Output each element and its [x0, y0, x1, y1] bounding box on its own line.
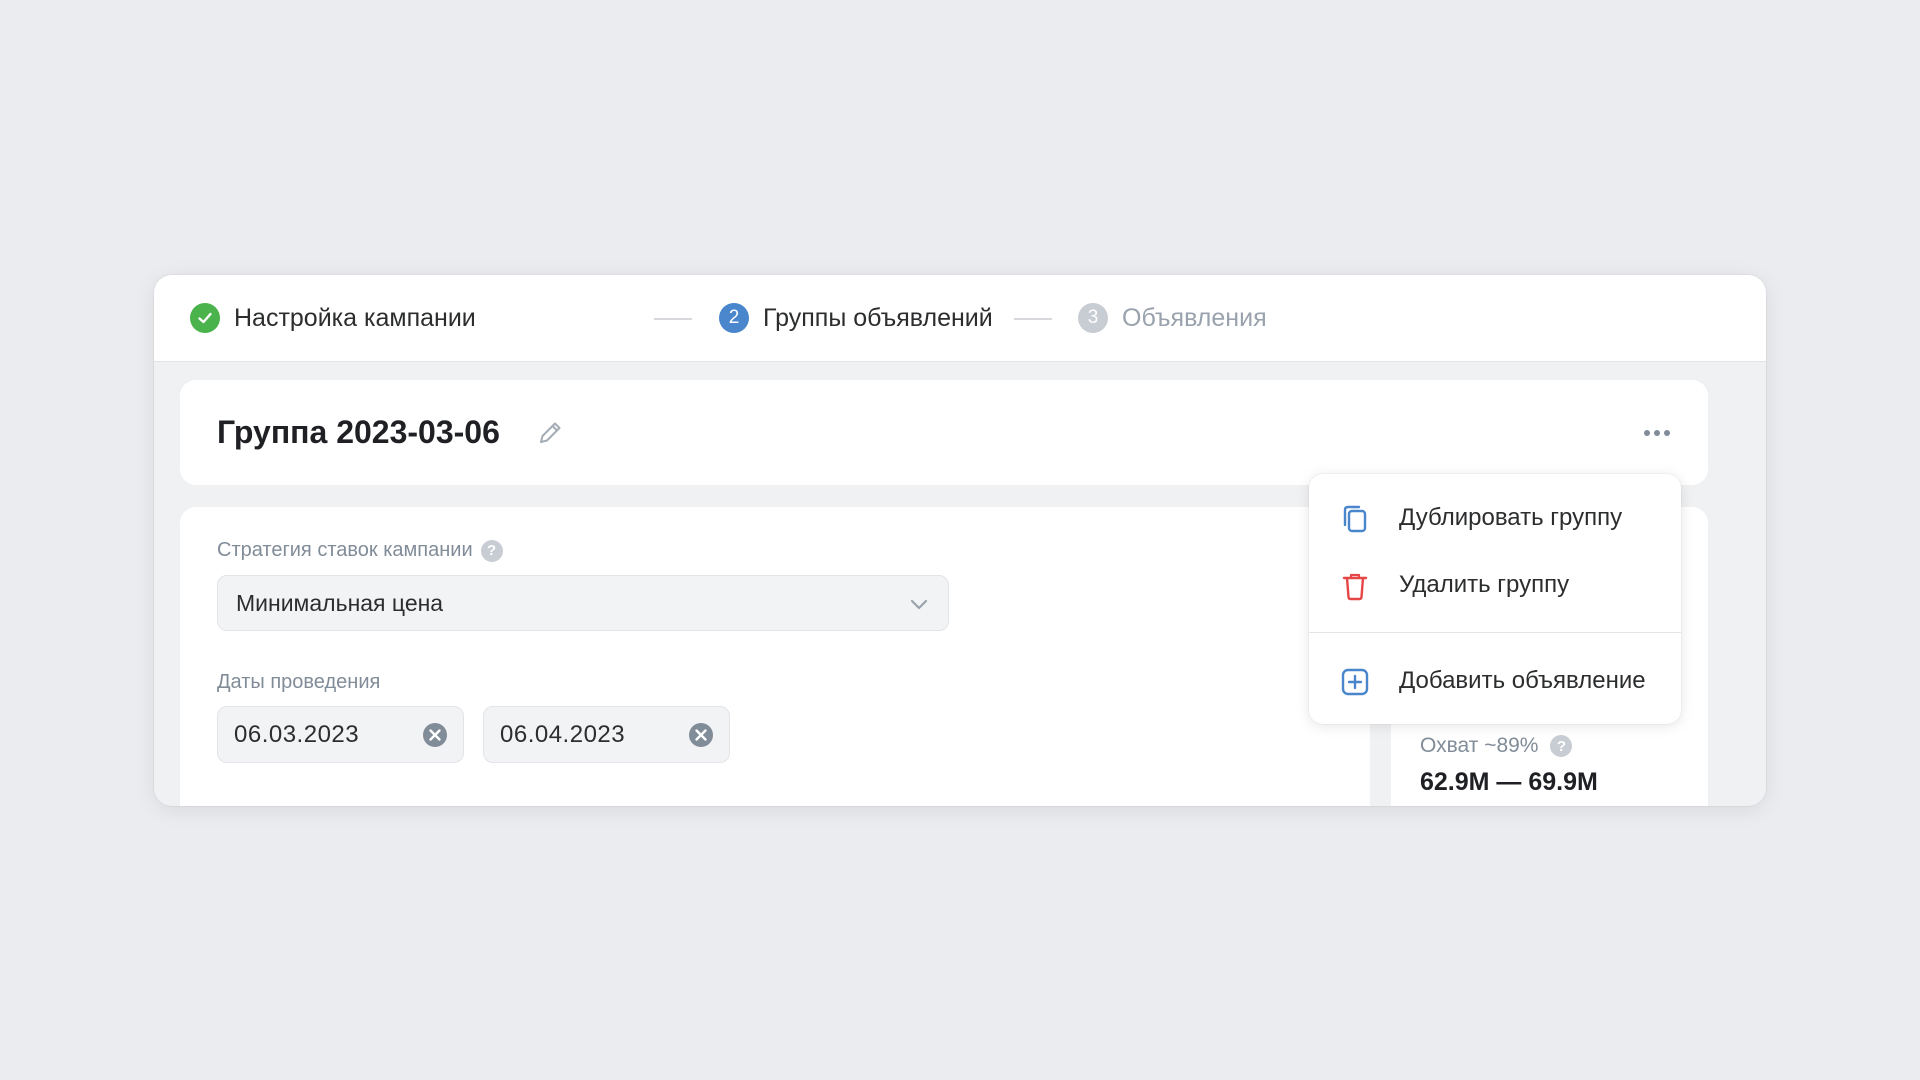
- step-label: Настройка кампании: [234, 303, 476, 332]
- trash-icon: [1339, 570, 1371, 602]
- menu-item-duplicate[interactable]: Дублировать группу: [1309, 488, 1681, 548]
- menu-item-delete[interactable]: Удалить группу: [1309, 555, 1681, 615]
- step-label: Объявления: [1122, 303, 1267, 332]
- dates-label: Даты проведения: [217, 671, 381, 693]
- stepper: Настройка кампании 2 Группы объявлений 3…: [154, 275, 1766, 362]
- date-start-field[interactable]: 06.03.2023: [217, 706, 464, 763]
- strategy-select-value: Минимальная цена: [236, 589, 444, 616]
- group-header-card: Группа 2023-03-06: [180, 380, 1708, 485]
- step-campaign-setup[interactable]: Настройка кампании: [190, 275, 476, 361]
- step-ads[interactable]: 3 Объявления: [1078, 275, 1267, 361]
- strategy-select[interactable]: Минимальная цена: [217, 575, 949, 631]
- menu-divider: [1309, 632, 1681, 633]
- step-ad-groups[interactable]: 2 Группы объявлений: [719, 275, 993, 361]
- chevron-down-icon: [908, 593, 930, 621]
- step-connector: [1014, 318, 1052, 320]
- settings-card: Стратегия ставок кампании ? Минимальная …: [180, 507, 1370, 806]
- group-actions-menu: Дублировать группу Удалить группу Добави…: [1309, 474, 1681, 724]
- menu-item-label: Дублировать группу: [1399, 504, 1623, 531]
- group-title: Группа 2023-03-06: [217, 414, 500, 450]
- clear-icon[interactable]: [689, 723, 713, 747]
- add-square-icon: [1339, 666, 1371, 698]
- menu-item-label: Удалить группу: [1399, 571, 1570, 598]
- strategy-label-row: Стратегия ставок кампании ?: [217, 539, 503, 562]
- step-number: 3: [1078, 303, 1108, 333]
- step-number: 2: [719, 303, 749, 333]
- reach-value: 62.9M — 69.9M: [1420, 768, 1598, 796]
- duplicate-icon: [1339, 503, 1371, 535]
- clear-icon[interactable]: [423, 723, 447, 747]
- help-icon[interactable]: ?: [1550, 735, 1573, 757]
- strategy-label: Стратегия ставок кампании: [217, 539, 473, 561]
- reach-label-row: Охват ~89% ?: [1420, 734, 1573, 758]
- date-start-value: 06.03.2023: [234, 720, 360, 748]
- pencil-icon[interactable]: [535, 418, 565, 448]
- help-icon[interactable]: ?: [480, 539, 503, 562]
- menu-item-add-ad[interactable]: Добавить объявление: [1309, 651, 1681, 711]
- more-options-icon[interactable]: [1642, 420, 1672, 446]
- step-label: Группы объявлений: [763, 303, 993, 332]
- date-end-value: 06.04.2023: [500, 720, 626, 748]
- check-icon: [190, 303, 220, 333]
- step-connector: [654, 318, 692, 320]
- menu-item-label: Добавить объявление: [1399, 667, 1646, 694]
- reach-label: Охват ~89%: [1420, 734, 1539, 757]
- date-end-field[interactable]: 06.04.2023: [483, 706, 730, 763]
